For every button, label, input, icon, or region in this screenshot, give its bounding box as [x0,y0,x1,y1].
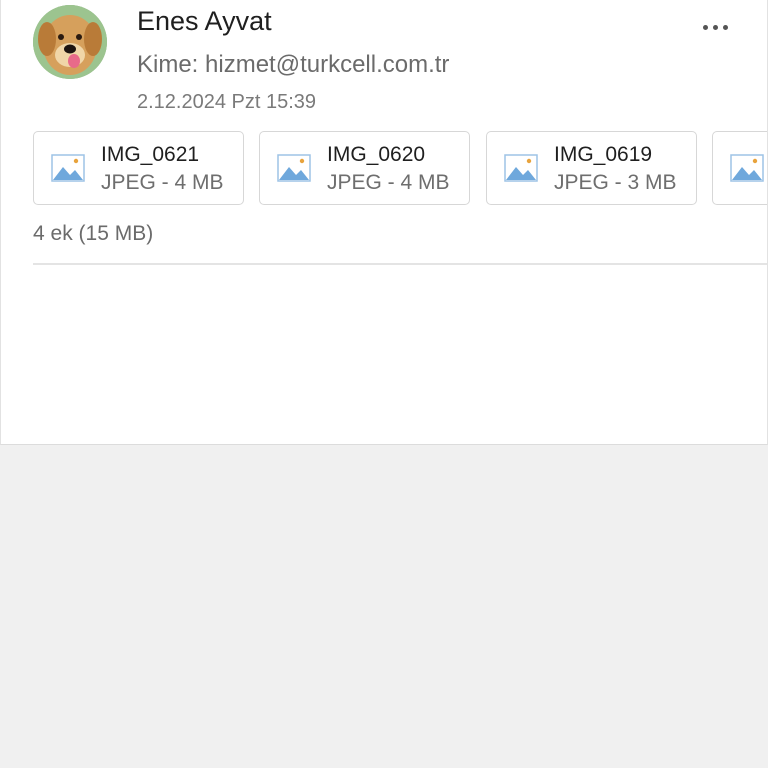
email-header-card: Enes Ayvat Kime: hizmet@turkcell.com.tr … [0,0,768,445]
image-file-icon [730,154,764,182]
more-horizontal-icon [722,24,728,30]
attachment-count: 4 ek (15 MB) [33,222,154,245]
more-horizontal-icon [712,24,718,30]
image-file-icon [504,154,538,182]
attachment-meta: JPEG - 4 MB [101,171,224,194]
image-file-icon [51,154,85,182]
attachment-list[interactable]: IMG_0621 JPEG - 4 MB IMG_0620 JPEG - 4 M… [33,131,767,205]
attachment-name: IMG_0619 [554,143,653,166]
attachment-meta: JPEG - 4 MB [327,171,450,194]
more-options-button[interactable] [693,10,737,44]
attachment-name: IMG_0621 [101,143,200,166]
attachment-chip[interactable]: IMG_0621 JPEG - 4 MB [33,131,244,205]
sender-name[interactable]: Enes Ayvat [137,6,272,37]
image-file-icon [277,154,311,182]
divider [33,263,767,265]
recipient-line: Kime: hizmet@turkcell.com.tr [137,51,450,78]
attachment-name: IMG_0620 [327,143,426,166]
attachment-chip[interactable] [712,131,767,205]
attachment-chip[interactable]: IMG_0620 JPEG - 4 MB [259,131,470,205]
message-date: 2.12.2024 Pzt 15:39 [137,91,317,113]
more-horizontal-icon [702,24,708,30]
attachment-meta: JPEG - 3 MB [554,171,677,194]
attachment-chip[interactable]: IMG_0619 JPEG - 3 MB [486,131,697,205]
sender-avatar[interactable] [33,5,107,79]
dog-avatar-icon [33,5,107,79]
